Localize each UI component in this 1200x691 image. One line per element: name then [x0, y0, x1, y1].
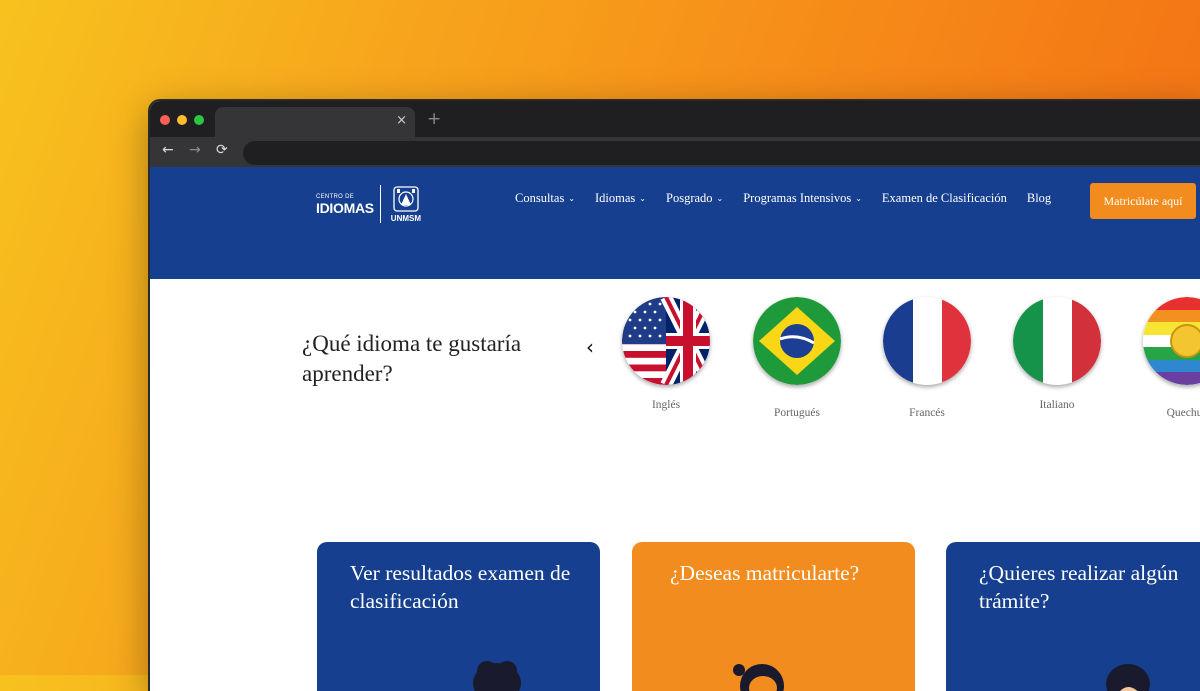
brazil-flag-icon: [753, 297, 841, 385]
logo-divider: [379, 185, 381, 223]
italy-flag-icon: [1013, 297, 1101, 385]
nav-item-posgrado[interactable]: Posgrado ⌄: [666, 191, 723, 206]
nav-item-programas-intensivos[interactable]: Programas Intensivos ⌄: [743, 191, 862, 206]
quechua-flag-icon: [1143, 297, 1200, 385]
language-question: ¿Qué idioma te gustaría aprender?: [302, 331, 522, 386]
chevron-down-icon: ⌄: [855, 194, 862, 203]
maximize-window-button[interactable]: [194, 115, 204, 125]
nav-item-label: Posgrado: [666, 191, 713, 205]
university-seal-icon: [393, 186, 419, 212]
card-enroll[interactable]: ¿Deseas matricularte?: [632, 542, 915, 691]
language-item-ingles[interactable]: Inglés: [616, 297, 716, 411]
language-label: Inglés: [651, 399, 681, 411]
chevron-left-icon[interactable]: ‹: [586, 335, 594, 359]
nav-item-idiomas[interactable]: Idiomas ⌄: [595, 191, 646, 206]
language-label: Portugués: [774, 407, 820, 419]
nav-item-label: Blog: [1026, 191, 1052, 205]
forward-arrow-icon[interactable]: →: [189, 142, 201, 158]
france-flag-icon: [883, 297, 971, 385]
minimize-window-button[interactable]: [177, 115, 187, 125]
nav-item-label: Examen de Clasificación: [881, 191, 1007, 205]
nav-item-label: Programas Intensivos: [743, 191, 852, 205]
person-illustration-icon: [733, 664, 784, 691]
browser-window: × + ← → ⟳ CENTRO DE IDIOMAS UNMSM Consul…: [150, 101, 1200, 691]
logo-seal-label: UNMSM: [390, 214, 422, 223]
language-label: Quechua: [1166, 407, 1200, 419]
nav-item-examen-de-clasificacion[interactable]: Examen de Clasificación: [882, 191, 1007, 206]
chevron-down-icon: ⌄: [639, 194, 646, 203]
tab-bar: × +: [150, 101, 1200, 137]
card-placement-results[interactable]: Ver resultados examen de clasificación: [317, 542, 600, 691]
browser-tab[interactable]: ×: [215, 107, 415, 137]
new-tab-icon[interactable]: +: [427, 109, 441, 129]
nav-item-consultas[interactable]: Consultas ⌄: [515, 191, 575, 206]
language-label: Francés: [909, 407, 945, 419]
nav-item-label: Idiomas: [595, 191, 636, 205]
us-uk-flag-icon: [622, 297, 710, 385]
reload-icon[interactable]: ⟳: [216, 142, 228, 158]
nav-item-label: Consultas: [515, 191, 565, 205]
logo-big-text: IDIOMAS: [316, 199, 374, 216]
language-label: Italiano: [1039, 399, 1075, 411]
browser-toolbar: ← → ⟳: [150, 137, 1200, 167]
chevron-down-icon: ⌄: [716, 194, 724, 203]
language-item-frances[interactable]: Francés: [877, 297, 977, 419]
enroll-button[interactable]: Matricúlate aquí: [1090, 183, 1196, 219]
close-window-button[interactable]: [160, 115, 170, 125]
language-item-quechua[interactable]: Quechua: [1137, 297, 1200, 419]
card-title: Ver resultados examen de clasificación: [350, 561, 571, 613]
language-item-italiano[interactable]: Italiano: [1007, 297, 1107, 411]
back-arrow-icon[interactable]: ←: [162, 142, 174, 158]
logo-small-text: CENTRO DE: [316, 193, 355, 200]
nav-item-blog[interactable]: Blog: [1027, 191, 1051, 206]
person-illustration-icon: [473, 661, 521, 691]
language-item-portugues[interactable]: Portugués: [747, 297, 847, 419]
main-nav: Consultas ⌄ Idiomas ⌄ Posgrado ⌄ Program…: [515, 191, 1051, 206]
close-tab-icon[interactable]: ×: [396, 113, 407, 128]
card-title: ¿Quieres realizar algún trámite?: [979, 561, 1179, 613]
person-illustration-icon: [1106, 664, 1150, 691]
card-procedures[interactable]: ¿Quieres realizar algún trámite?: [946, 542, 1200, 691]
site-header: CENTRO DE IDIOMAS UNMSM Consultas ⌄ Idio…: [150, 167, 1200, 279]
logo-wordmark: CENTRO DE IDIOMAS: [316, 194, 374, 215]
logo-seal: UNMSM: [391, 185, 421, 223]
card-title: ¿Deseas matricularte?: [670, 561, 860, 585]
address-bar[interactable]: [243, 141, 1200, 165]
site-logo[interactable]: CENTRO DE IDIOMAS UNMSM: [316, 183, 421, 225]
chevron-down-icon: ⌄: [568, 194, 576, 203]
